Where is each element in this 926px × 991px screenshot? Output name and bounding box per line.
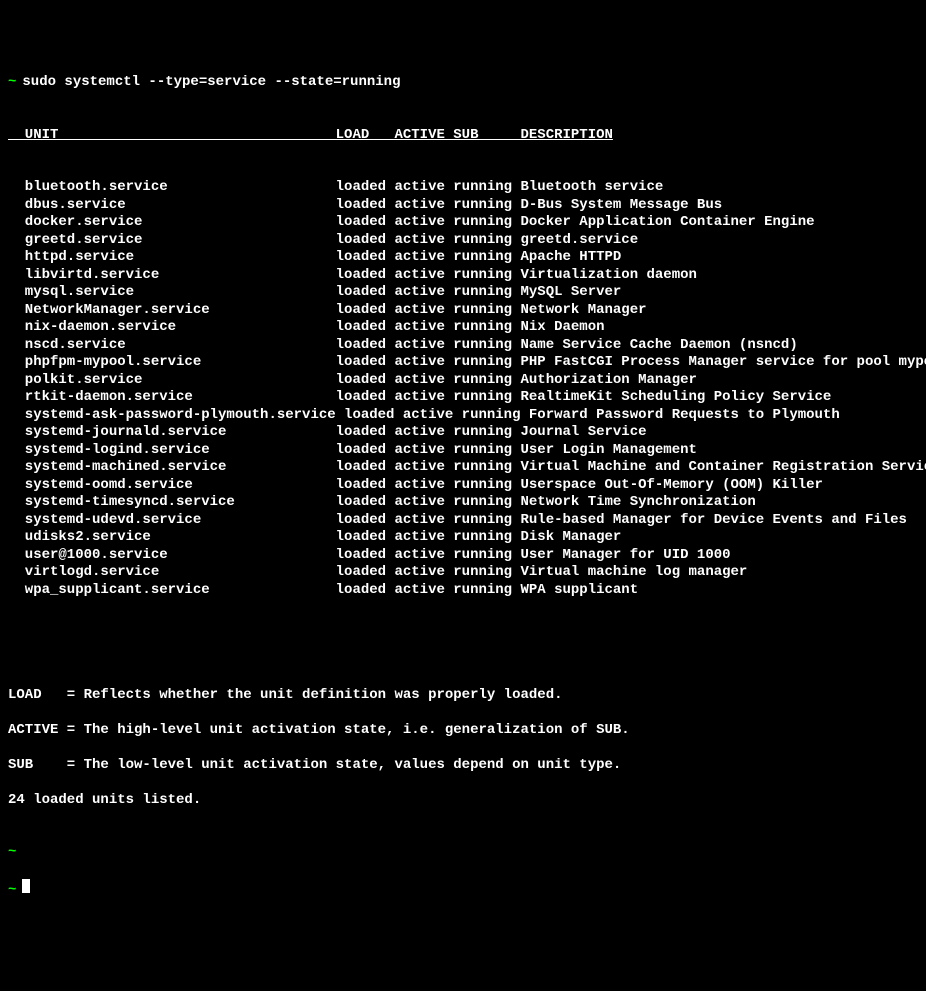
table-row: systemd-timesyncd.service loaded active … <box>8 494 918 512</box>
prompt-marker: ~ <box>8 882 16 900</box>
prompt-marker: ~ <box>8 74 16 92</box>
table-row: udisks2.service loaded active running Di… <box>8 529 918 547</box>
table-row: httpd.service loaded active running Apac… <box>8 249 918 267</box>
table-row: phpfpm-mypool.service loaded active runn… <box>8 354 918 372</box>
cursor <box>22 879 30 893</box>
table-row: wpa_supplicant.service loaded active run… <box>8 582 918 600</box>
table-row: NetworkManager.service loaded active run… <box>8 302 918 320</box>
table-row: systemd-logind.service loaded active run… <box>8 442 918 460</box>
table-row: rtkit-daemon.service loaded active runni… <box>8 389 918 407</box>
table-header: UNIT LOAD ACTIVE SUB DESCRIPTION <box>8 127 918 145</box>
table-row: systemd-udevd.service loaded active runn… <box>8 512 918 530</box>
footer-load: LOAD = Reflects whether the unit definit… <box>8 687 918 705</box>
table-row: systemd-oomd.service loaded active runni… <box>8 477 918 495</box>
prompt-line-2[interactable]: ~ <box>8 844 918 862</box>
table-row: systemd-machined.service loaded active r… <box>8 459 918 477</box>
table-row: dbus.service loaded active running D-Bus… <box>8 197 918 215</box>
table-row: libvirtd.service loaded active running V… <box>8 267 918 285</box>
table-row: polkit.service loaded active running Aut… <box>8 372 918 390</box>
table-row: nix-daemon.service loaded active running… <box>8 319 918 337</box>
footer-count: 24 loaded units listed. <box>8 792 918 810</box>
table-row: systemd-journald.service loaded active r… <box>8 424 918 442</box>
table-row: nscd.service loaded active running Name … <box>8 337 918 355</box>
table-row: mysql.service loaded active running MySQ… <box>8 284 918 302</box>
table-row: virtlogd.service loaded active running V… <box>8 564 918 582</box>
table-row: user@1000.service loaded active running … <box>8 547 918 565</box>
table-row: docker.service loaded active running Doc… <box>8 214 918 232</box>
blank-line <box>8 634 918 652</box>
table-row: greetd.service loaded active running gre… <box>8 232 918 250</box>
footer-active: ACTIVE = The high-level unit activation … <box>8 722 918 740</box>
command-line[interactable]: ~ sudo systemctl --type=service --state=… <box>8 74 918 92</box>
footer-sub: SUB = The low-level unit activation stat… <box>8 757 918 775</box>
prompt-line-3[interactable]: ~ <box>8 879 918 900</box>
prompt-marker: ~ <box>8 844 16 862</box>
service-table: bluetooth.service loaded active running … <box>8 179 918 599</box>
table-row: bluetooth.service loaded active running … <box>8 179 918 197</box>
table-row: systemd-ask-password-plymouth.service lo… <box>8 407 918 425</box>
command-text: sudo systemctl --type=service --state=ru… <box>22 74 400 92</box>
